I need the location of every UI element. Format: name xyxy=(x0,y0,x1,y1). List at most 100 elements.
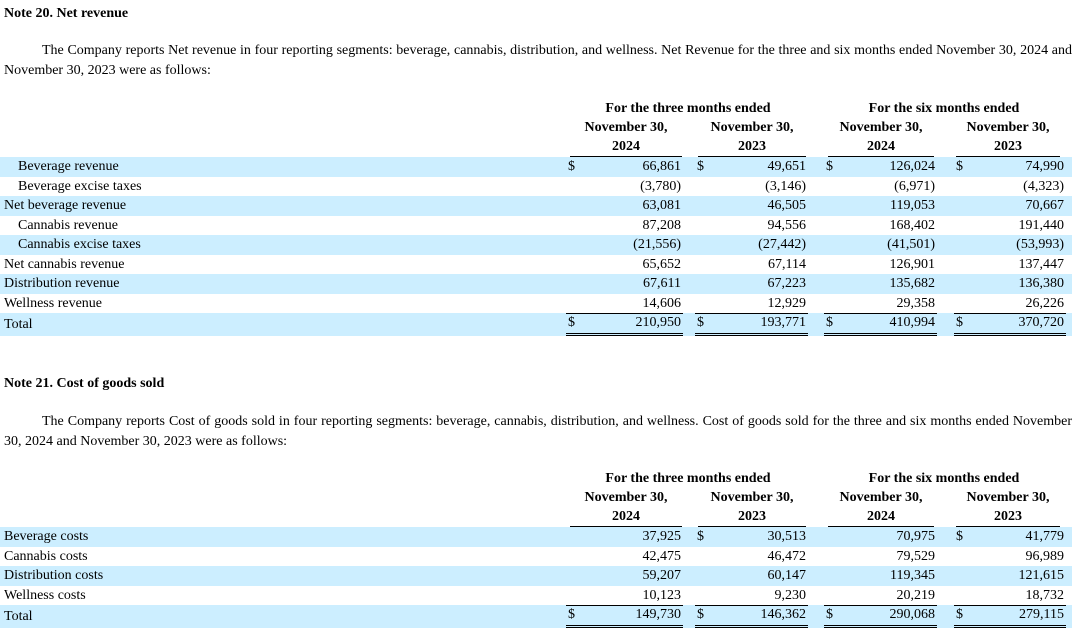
note20-row-label: Net beverage revenue xyxy=(4,198,127,213)
note21-col-header-date: November 30, xyxy=(966,490,1050,505)
note21-row-label: Total xyxy=(4,609,33,624)
note21-total-double-underline xyxy=(824,625,937,628)
note20-dollar-sign: $ xyxy=(568,159,575,174)
note20-col-header-year: 2024 xyxy=(612,139,640,154)
note20-total-double-underline xyxy=(824,333,937,336)
note20-table-row: Wellness revenue 14,606 12,929 29,358 26,226 xyxy=(0,294,1072,314)
note20-value-cell: 126,901 xyxy=(889,256,936,272)
note20-dollar-sign: $ xyxy=(568,315,575,330)
note21-dollar-sign: $ xyxy=(956,529,963,544)
note20-value-cell: 14,606 xyxy=(642,295,682,311)
note20-row-label: Cannabis revenue xyxy=(18,217,118,233)
note21-table-row: Cannabis costs 42,475 46,472 79,529 96,989 xyxy=(0,547,1072,567)
note21-value-cell: 18,732 xyxy=(1025,587,1065,603)
note21-dollar-sign: $ xyxy=(568,607,575,622)
note21-total-double-underline xyxy=(566,625,683,628)
note20-value-cell: 191,440 xyxy=(1018,217,1065,233)
note20-dollar-sign: $ xyxy=(956,315,963,330)
note20-row-label: Distribution revenue xyxy=(4,276,120,291)
note21-table-row: Wellness costs 10,123 9,230 20,219 18,732 xyxy=(0,586,1072,606)
note21-subtotal-underline xyxy=(695,605,808,606)
note20-value-cell: (3,780) xyxy=(640,178,681,194)
note21-value-cell: 70,975 xyxy=(896,529,936,544)
note21-subtotal-underline xyxy=(954,605,1066,606)
note20-col-header-date: November 30, xyxy=(710,120,794,135)
note20-subtotal-underline xyxy=(954,313,1066,314)
note21-value-cell: 149,730 xyxy=(635,607,682,622)
note20-value-cell: 70,667 xyxy=(1025,198,1065,213)
note20-total-double-underline xyxy=(566,333,683,336)
note21-value-cell: 79,529 xyxy=(896,548,936,564)
note20-dollar-sign: $ xyxy=(697,315,704,330)
note21-row-label: Wellness costs xyxy=(4,587,86,603)
note21-table-row: Distribution costs 59,207 60,147 119,345 121… xyxy=(0,566,1072,586)
note20-value-cell: 67,611 xyxy=(643,276,681,291)
note21-value-cell: 46,472 xyxy=(767,548,807,564)
note20-row-label: Wellness revenue xyxy=(4,295,102,311)
note21-subtotal-underline xyxy=(566,605,683,606)
note21-col-header-date: November 30, xyxy=(710,490,794,505)
note21-value-cell: 60,147 xyxy=(767,568,807,583)
note21-col-header-date: November 30, xyxy=(584,490,668,505)
note21-value-cell: 59,207 xyxy=(642,568,682,583)
note21-subtotal-underline xyxy=(824,605,937,606)
note20-table-row: Beverage excise taxes (3,780) (3,146) (6,97… xyxy=(0,177,1072,197)
note20-dollar-sign: $ xyxy=(956,159,963,174)
note20-value-cell: 65,652 xyxy=(642,256,682,272)
note21-col-header-date: November 30, xyxy=(839,490,923,505)
note20-row-label: Beverage excise taxes xyxy=(18,178,142,194)
note21-table-row: Beverage costs 37,925 $30,513 70,975 $41,779 xyxy=(0,527,1072,547)
note20-col-header-date: November 30, xyxy=(584,120,668,135)
note21-total-double-underline xyxy=(954,625,1066,628)
note21-row-label: Cannabis costs xyxy=(4,548,88,564)
note20-value-cell: 67,114 xyxy=(768,256,806,272)
note20-total-double-underline xyxy=(695,333,808,336)
note21-value-cell: 10,123 xyxy=(642,587,682,603)
note20-value-cell: 137,447 xyxy=(1018,256,1065,272)
note20-col-header-year: 2023 xyxy=(994,139,1022,154)
note20-subtotal-underline xyxy=(695,313,808,314)
note20-value-cell: 136,380 xyxy=(1018,276,1065,291)
note21-row-label: Beverage costs xyxy=(4,529,89,544)
note20-value-cell: (41,501) xyxy=(887,237,935,252)
note20-col-header-date: November 30, xyxy=(839,120,923,135)
note20-row-label: Total xyxy=(4,317,33,332)
note20-value-cell: (4,323) xyxy=(1023,178,1064,194)
note21-group-six-header: For the six months ended xyxy=(868,471,1020,486)
note21-col-header-year: 2023 xyxy=(994,509,1022,524)
note21-dollar-sign: $ xyxy=(697,607,704,622)
note21-row-label: Distribution costs xyxy=(4,568,104,583)
note21-value-cell: 30,513 xyxy=(767,529,807,544)
note20-value-cell: 168,402 xyxy=(889,217,936,233)
note20-table-row: Beverage revenue $66,861 $49,651 $126,024 $7… xyxy=(0,157,1072,177)
note20-dollar-sign: $ xyxy=(826,159,833,174)
note21-value-cell: 121,615 xyxy=(1018,568,1065,583)
note20-table-row: Cannabis revenue 87,208 94,556 168,402 191,4… xyxy=(0,216,1072,236)
note21-value-cell: 37,925 xyxy=(642,529,682,544)
note20-value-cell: 74,990 xyxy=(1025,159,1065,174)
note20-table-row: Net cannabis revenue 65,652 67,114 126,901 1… xyxy=(0,255,1072,275)
note20-dollar-sign: $ xyxy=(826,315,833,330)
note20-subtotal-underline xyxy=(824,313,937,314)
note20-value-cell: 67,223 xyxy=(767,276,807,291)
note20-value-cell: 410,994 xyxy=(889,315,936,330)
note20-value-cell: 94,556 xyxy=(767,217,807,233)
note20-value-cell: (27,442) xyxy=(758,237,806,252)
note21-value-cell: 290,068 xyxy=(889,607,936,622)
note21-heading: Note 21. Cost of goods sold xyxy=(4,376,165,391)
note20-value-cell: 119,053 xyxy=(890,198,935,213)
note20-total-double-underline xyxy=(954,333,1066,336)
note20-paragraph: The Company reports Net revenue in four … xyxy=(4,43,1072,78)
note20-value-cell: (21,556) xyxy=(633,237,681,252)
note20-table-row: Distribution revenue 67,611 67,223 135,682 1… xyxy=(0,274,1072,294)
note21-value-cell: 42,475 xyxy=(642,548,682,564)
note20-col-header-year: 2024 xyxy=(867,139,895,154)
note21-value-cell: 41,779 xyxy=(1025,529,1065,544)
note20-value-cell: 46,505 xyxy=(767,198,807,213)
note20-table-row: Cannabis excise taxes (21,556) (27,442) (41… xyxy=(0,235,1072,255)
note20-row-label: Net cannabis revenue xyxy=(4,256,125,272)
note21-col-header-year: 2023 xyxy=(738,509,766,524)
note21-paragraph: The Company reports Cost of goods sold i… xyxy=(4,414,1072,449)
note20-subtotal-underline xyxy=(566,313,683,314)
note20-row-label: Beverage revenue xyxy=(18,159,119,174)
